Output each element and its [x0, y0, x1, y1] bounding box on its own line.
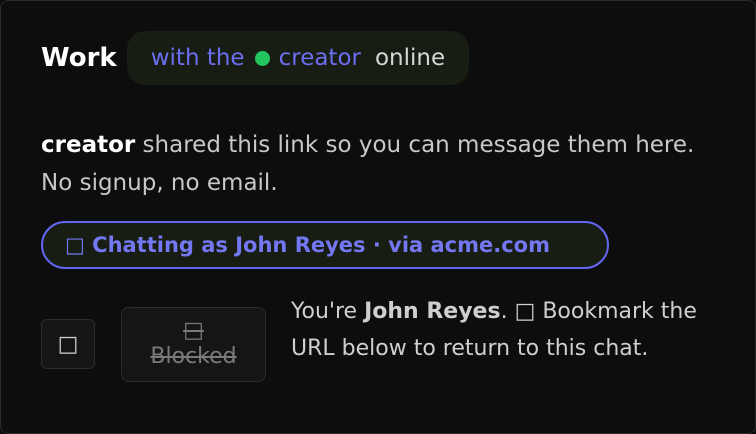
bookmark-note: You're John Reyes. □ Bookmark the URL be… [291, 293, 721, 367]
description: creator shared this link so you can mess… [41, 126, 721, 202]
creator-name: creator [41, 132, 136, 158]
chat-card: Work with the creator online creator sha… [0, 0, 756, 434]
user-name: John Reyes [364, 299, 501, 324]
blocked-button[interactable]: □ Blocked [121, 307, 266, 382]
square-glyph-icon: □ [57, 331, 79, 357]
chatting-as-label: □ Chatting as John Reyes · via acme.com [65, 233, 550, 257]
blocked-label: Blocked [150, 343, 237, 369]
header: Work with the creator online [41, 31, 470, 85]
square-action-button[interactable]: □ [41, 319, 95, 369]
online-dot-icon [254, 50, 270, 66]
description-text: shared this link so you can message them… [41, 132, 695, 196]
note-prefix: You're [291, 299, 365, 324]
chatting-as-pill[interactable]: □ Chatting as John Reyes · via acme.com [41, 221, 609, 269]
with-the-text: with the [150, 45, 245, 71]
creator-link[interactable]: creator [279, 45, 361, 71]
online-status: online [374, 45, 446, 71]
creator-status-pill: with the creator online [126, 31, 470, 85]
blocked-glyph-icon: □ [183, 317, 204, 343]
page-title: Work [41, 43, 117, 73]
